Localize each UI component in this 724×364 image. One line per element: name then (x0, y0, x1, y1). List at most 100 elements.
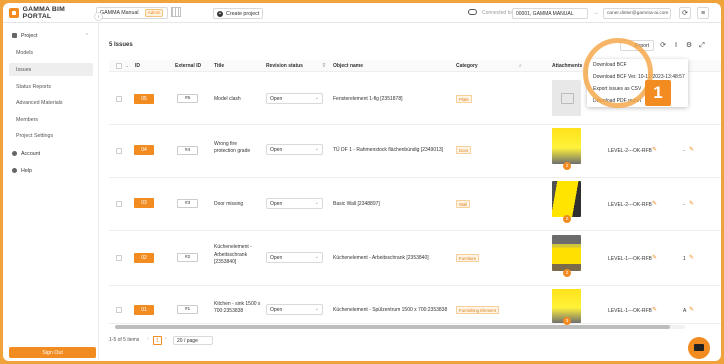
edit-icon[interactable]: ✎ (689, 200, 694, 207)
page-size-select[interactable]: 20 / page (173, 336, 213, 345)
app-logo[interactable]: GAMMA BIM PORTAL (3, 6, 93, 20)
project-icon (12, 33, 17, 38)
row-checkbox[interactable] (116, 148, 122, 154)
table-row[interactable]: 02 #2 Küchenelement - Arbeitsschrank [23… (109, 231, 721, 286)
issue-id-badge[interactable]: 04 (134, 145, 154, 155)
page-number[interactable]: 1 (153, 336, 162, 345)
object-name: Fensterelement 1-flg [2351878] (333, 96, 403, 102)
grid-icon[interactable] (171, 7, 181, 17)
sidebar-item-models[interactable]: Models (9, 46, 93, 59)
server-selector[interactable]: 00001, GAMMA MANUAL (512, 8, 588, 19)
scrollbar-thumb[interactable] (115, 325, 670, 329)
project-selector[interactable]: GAMMA Manual Admin (96, 7, 168, 19)
issue-title: Kitchen - sink 1500 x 700:2353838 (214, 301, 261, 314)
issue-id-badge[interactable]: 05 (134, 94, 154, 104)
sidebar-item-label: Models (16, 49, 34, 56)
user-selector[interactable]: caner.dinler@gamma-ai.com (603, 8, 671, 19)
external-id: #5 (177, 94, 198, 103)
refresh-icon[interactable]: ⟳ (659, 41, 667, 50)
row-checkbox[interactable] (116, 255, 122, 261)
user-email: caner.dinler@gamma-ai.com (607, 11, 669, 16)
sidebar-item-status-reports[interactable]: Status Reports (9, 80, 93, 93)
fullscreen-icon[interactable]: ⤢ (698, 41, 706, 50)
category-tag: Wall (456, 200, 471, 208)
revision-status-select[interactable]: Open (266, 198, 323, 209)
col-object-name[interactable]: Object name (333, 63, 363, 69)
attachment-count: 2 (563, 269, 571, 277)
user-icon (12, 151, 17, 156)
issue-id-badge[interactable]: 02 (134, 253, 154, 263)
revision-status-select[interactable]: Open (266, 144, 323, 155)
level-name: LEVEL-1---OK-RFB (608, 308, 652, 314)
issue-title: Model clash (214, 96, 241, 102)
role-badge: Admin (144, 9, 164, 17)
attachment-thumbnail[interactable] (552, 181, 581, 217)
attachment-count: 2 (563, 215, 571, 223)
revision-status-select[interactable]: Open (266, 304, 323, 315)
create-project-button[interactable]: + Create project (213, 8, 263, 19)
horizontal-scrollbar[interactable] (115, 325, 685, 329)
attachment-thumbnail[interactable] (552, 128, 581, 164)
image-placeholder-icon[interactable] (552, 80, 581, 116)
sidebar-item-advanced-materials[interactable]: Advanced Materials (9, 96, 93, 109)
col-revision-status[interactable]: Revision status (266, 63, 303, 69)
category-tag: Furniture (456, 254, 480, 262)
revision-status-select[interactable]: Open (266, 93, 323, 104)
top-bar: GAMMA BIM PORTAL GAMMA Manual Admin + Cr… (3, 3, 721, 23)
issue-id-badge[interactable]: 01 (134, 305, 154, 315)
sidebar-item-members[interactable]: Members (9, 113, 93, 126)
row-checkbox[interactable] (116, 307, 122, 313)
next-page-icon[interactable]: › (165, 336, 167, 342)
col-title[interactable]: Title (214, 63, 224, 69)
table-row[interactable]: 03 #3 Door missing Open Basic Wall [2348… (109, 178, 721, 231)
issue-title: Küchenelement - Arbeitsschrank [2353840] (214, 244, 252, 265)
object-name: Basic Wall [2348897] (333, 201, 380, 207)
external-id: #2 (177, 253, 198, 262)
edit-icon[interactable]: ✎ (689, 146, 694, 153)
row-checkbox[interactable] (116, 201, 122, 207)
object-name: Küchenelement - Arbeitsschrank [2353840] (333, 255, 429, 261)
pagination-range: 1-5 of 5 items (109, 337, 140, 343)
sidebar-item-project-settings[interactable]: Project Settings (9, 129, 93, 142)
menu-icon[interactable]: ≡ (697, 7, 709, 19)
refresh-icon[interactable]: ⟳ (679, 7, 691, 19)
revision-status-select[interactable]: Open (266, 252, 323, 263)
sidebar-item-label: Members (16, 116, 39, 123)
sidebar-item-project[interactable]: Project ⌃ (9, 29, 93, 42)
level-name: LEVEL-2---OK-RFB (608, 148, 652, 154)
search-icon[interactable]: ⌕ (519, 63, 522, 69)
col-attachments[interactable]: Attachments (552, 63, 582, 69)
row-checkbox[interactable] (116, 96, 122, 102)
column-height-icon[interactable]: Ⅰ (672, 41, 680, 50)
highlight-ring (583, 38, 653, 108)
prev-page-icon[interactable]: ‹ (147, 336, 149, 342)
col-external-id[interactable]: External ID (175, 63, 201, 69)
issue-id-badge[interactable]: 03 (134, 198, 154, 208)
level-name: LEVEL-1---OK-RFB (608, 256, 652, 262)
sidebar-item-account[interactable]: Account (9, 147, 93, 160)
object-name: Küchenelement - Spülzentrum 1500 x 700:2… (333, 307, 448, 313)
sidebar-item-label: Project Settings (16, 132, 54, 139)
select-all-checkbox[interactable] (116, 63, 122, 69)
edit-icon[interactable]: ✎ (689, 254, 694, 261)
edit-icon[interactable]: ✎ (652, 200, 657, 207)
edit-icon[interactable]: ✎ (652, 254, 657, 261)
col-id[interactable]: ID (135, 63, 140, 69)
category-tag: Plate (456, 95, 472, 103)
edit-icon[interactable]: ✎ (689, 306, 694, 313)
edit-icon[interactable]: ✎ (652, 306, 657, 313)
sign-out-button[interactable]: Sign Out (9, 347, 96, 358)
collapse-sidebar-icon[interactable]: ‹ (94, 12, 103, 21)
edit-icon[interactable]: ✎ (652, 146, 657, 153)
chat-icon[interactable] (688, 337, 710, 359)
col-category[interactable]: Category (456, 63, 478, 69)
sidebar-item-help[interactable]: Help (9, 164, 93, 177)
table-row[interactable]: 01 #1 Kitchen - sink 1500 x 700:2353838 … (109, 286, 721, 324)
attachment-thumbnail[interactable] (552, 235, 581, 271)
settings-icon[interactable]: ⚙ (685, 41, 693, 50)
sidebar-item-issues[interactable]: Issues (9, 63, 93, 76)
table-row[interactable]: 04 #4 Wrong fire protection grade Open T… (109, 125, 721, 178)
object-name: TÜ DF 1 - Rahmenstock flächenbündig [234… (333, 147, 444, 153)
filter-icon[interactable]: ⊽ (322, 63, 326, 69)
connected-label: Connected to (482, 10, 512, 16)
